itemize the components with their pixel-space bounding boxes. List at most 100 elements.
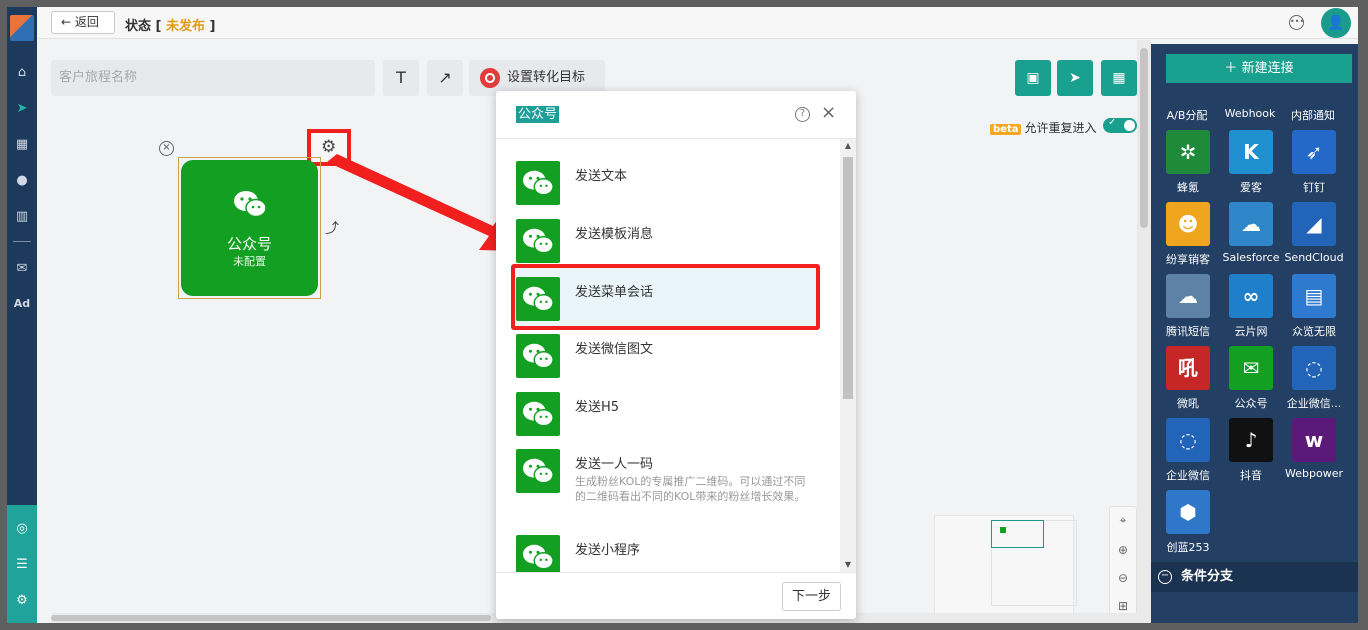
component-tile-label[interactable]: 创蓝253 xyxy=(1156,539,1220,555)
component-tile-label[interactable]: 腾讯短信 xyxy=(1156,323,1220,339)
component-tile[interactable]: ♪ xyxy=(1229,418,1273,462)
scroll-down-icon[interactable]: ▼ xyxy=(840,560,856,569)
component-tile[interactable]: ➶ xyxy=(1292,130,1336,174)
message-icon[interactable]: ••• xyxy=(1289,15,1304,30)
component-tile-label[interactable]: 企业微信... xyxy=(1282,395,1346,411)
component-tile[interactable]: ✲ xyxy=(1166,130,1210,174)
aike-icon: K xyxy=(1243,140,1259,164)
locate-icon[interactable]: ⌖ xyxy=(1110,513,1136,528)
wechat-icon: ✉ xyxy=(1242,356,1260,380)
tile-label-ab-split[interactable]: A/B分配 xyxy=(1155,107,1219,123)
action-item[interactable]: 发送微信图文 xyxy=(496,334,840,380)
component-tile[interactable]: ☁ xyxy=(1166,274,1210,318)
action-item-label: 发送微信图文 xyxy=(575,342,654,357)
component-tile-label[interactable]: SendCloud xyxy=(1282,251,1346,264)
component-tile[interactable]: 吼 xyxy=(1166,346,1210,390)
component-tile[interactable]: K xyxy=(1229,130,1273,174)
help-icon[interactable]: ? xyxy=(795,107,810,122)
wecom-icon: ◌ xyxy=(1179,428,1197,452)
component-tile[interactable]: ◢ xyxy=(1292,202,1336,246)
component-tile[interactable]: ☁ xyxy=(1229,202,1273,246)
action-item-label: 发送H5 xyxy=(575,400,620,415)
fxiaoke-icon: ☻ xyxy=(1177,212,1199,236)
tile-label-webhook[interactable]: Webhook xyxy=(1218,107,1282,120)
yunpian-icon: ∞ xyxy=(1242,284,1260,308)
status-value: 未发布 xyxy=(166,19,206,34)
ad-icon[interactable]: Ad xyxy=(7,296,37,312)
left-nav: ⌂ ➤ ▦ ● ▥ ✉ Ad ◎ ☰ ⚙ xyxy=(7,7,37,623)
status-indicator: 状态 [ 未发布 ] xyxy=(125,19,216,34)
action-item[interactable]: 发送文本 xyxy=(496,161,840,207)
home-icon[interactable]: ⌂ xyxy=(7,65,37,81)
wecom-icon: ◌ xyxy=(1305,356,1323,380)
network-icon[interactable]: ◎ xyxy=(7,521,37,537)
server-icon[interactable]: ☰ xyxy=(7,557,37,573)
tile-label-internal-notice[interactable]: 内部通知 xyxy=(1281,107,1345,123)
scroll-thumb[interactable] xyxy=(51,615,491,621)
component-tile[interactable]: ☻ xyxy=(1166,202,1210,246)
user-icon[interactable]: ● xyxy=(7,173,37,189)
component-tile-label[interactable]: 抖音 xyxy=(1219,467,1283,483)
component-tile-label[interactable]: 蜂氪 xyxy=(1156,179,1220,195)
wechat-icon xyxy=(516,334,560,378)
layout-icon[interactable]: ▦ xyxy=(7,137,37,153)
component-tile[interactable]: ⬢ xyxy=(1166,490,1210,534)
action-item[interactable]: 发送一人一码 生成粉丝KOL的专属推广二维码。可以通过不同的二维码看出不同的KOL… xyxy=(496,449,840,525)
chart-icon[interactable]: ▥ xyxy=(7,209,37,225)
component-tile-label[interactable]: 公众号 xyxy=(1219,395,1283,411)
settings-icon[interactable]: ⚙ xyxy=(7,593,37,609)
wechat-icon[interactable]: ✉ xyxy=(7,261,37,277)
scroll-thumb[interactable] xyxy=(1140,48,1148,228)
vhall-icon: 吼 xyxy=(1178,356,1198,380)
component-tile[interactable]: ◌ xyxy=(1166,418,1210,462)
scroll-thumb[interactable] xyxy=(843,157,853,399)
douyin-icon: ♪ xyxy=(1244,428,1258,452)
component-tile[interactable]: ∞ xyxy=(1229,274,1273,318)
zoom-out-icon[interactable]: ⊖ xyxy=(1110,571,1136,585)
minimap[interactable] xyxy=(934,515,1077,623)
selected-item-highlight xyxy=(511,264,820,330)
component-tile[interactable]: w xyxy=(1292,418,1336,462)
nav-divider xyxy=(13,241,31,242)
scroll-up-icon[interactable]: ▲ xyxy=(840,141,856,150)
collapse-icon[interactable]: − xyxy=(1158,570,1172,584)
dialog-header: 公众号 ? × xyxy=(496,91,856,139)
component-tile-label[interactable]: 企业微信 xyxy=(1156,467,1220,483)
zoom-in-icon[interactable]: ⊕ xyxy=(1110,543,1136,557)
action-item[interactable]: 发送模板消息 xyxy=(496,219,840,265)
wechat-icon xyxy=(516,449,560,493)
back-button[interactable]: ← 返回 xyxy=(51,11,115,34)
component-tile[interactable]: ◌ xyxy=(1292,346,1336,390)
avatar[interactable]: 👤 xyxy=(1321,8,1351,38)
action-item[interactable]: 发送小程序 xyxy=(496,535,840,572)
minimap-viewport[interactable] xyxy=(991,520,1044,548)
wechat-icon xyxy=(516,535,560,572)
component-tile-label[interactable]: 纷享销客 xyxy=(1156,251,1220,267)
component-tile-label[interactable]: 云片网 xyxy=(1219,323,1283,339)
close-icon[interactable]: × xyxy=(821,104,836,122)
action-item-label: 发送小程序 xyxy=(575,543,641,558)
component-tile-label[interactable]: 众览无限 xyxy=(1282,323,1346,339)
wechat-icon xyxy=(516,161,560,205)
dialog-scrollbar[interactable]: ▲ ▼ xyxy=(840,139,856,572)
next-step-button[interactable]: 下一步 xyxy=(782,582,841,611)
dialog-footer: 下一步 xyxy=(496,572,856,619)
component-tile-label[interactable]: 爱客 xyxy=(1219,179,1283,195)
zhonglan-icon: ▤ xyxy=(1304,284,1324,308)
send-icon[interactable]: ➤ xyxy=(7,101,37,117)
action-item[interactable]: 发送H5 xyxy=(496,392,840,438)
wechat-icon xyxy=(516,219,560,263)
component-tile[interactable]: ✉ xyxy=(1229,346,1273,390)
back-label: 返回 xyxy=(74,15,99,29)
canvas-vertical-scrollbar[interactable] xyxy=(1137,40,1151,623)
component-tile-label[interactable]: 钉钉 xyxy=(1282,179,1346,195)
new-connection-button[interactable]: ＋ 新建连接 xyxy=(1166,54,1352,83)
component-tile-label[interactable]: Salesforce xyxy=(1219,251,1283,264)
component-tile-label[interactable]: Webpower xyxy=(1282,467,1346,480)
component-tile[interactable]: ▤ xyxy=(1292,274,1336,318)
arrow-left-icon: ← xyxy=(61,15,72,29)
condition-branch-section[interactable]: − 条件分支 xyxy=(1151,562,1358,592)
fit-view-icon[interactable]: ⊞ xyxy=(1110,599,1136,613)
component-tile-label[interactable]: 微吼 xyxy=(1156,395,1220,411)
dialog-title: 公众号 xyxy=(516,106,560,123)
